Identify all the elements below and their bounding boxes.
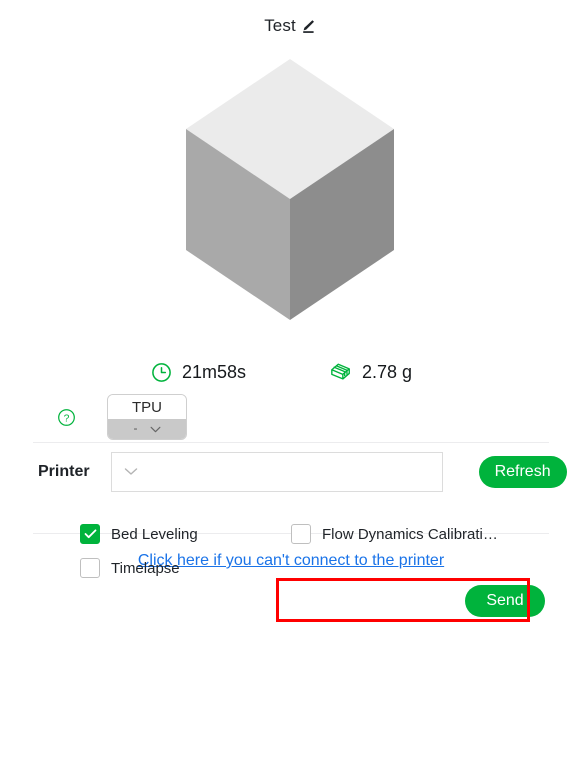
flow-dynamics-calibration-checkbox[interactable] <box>291 524 311 544</box>
bed-leveling-label: Bed Leveling <box>111 525 198 543</box>
printer-row: Printer Refresh <box>0 443 582 501</box>
filament-spool-icon <box>330 361 352 383</box>
filament-selector[interactable]: TPU - <box>107 394 187 440</box>
bed-leveling-checkbox[interactable] <box>80 524 100 544</box>
print-options: Bed Leveling Timelapse Flow Dynamics Cal… <box>0 501 582 578</box>
filament-weight-stat: 2.78 g <box>330 361 412 383</box>
question-mark-icon[interactable]: ? <box>56 407 76 427</box>
send-button[interactable]: Send <box>465 585 545 617</box>
printer-label: Printer <box>38 463 90 480</box>
print-options-right-column: Flow Dynamics Calibrati… <box>291 517 498 551</box>
timelapse-checkbox[interactable] <box>80 558 100 578</box>
filament-weight-value: 2.78 g <box>362 361 413 382</box>
filament-slot-value: - <box>133 421 138 435</box>
refresh-button[interactable]: Refresh <box>478 456 567 488</box>
print-options-left-column: Bed Leveling Timelapse <box>80 517 198 585</box>
option-bed-leveling[interactable]: Bed Leveling <box>80 517 198 551</box>
print-stats-row: 21m58s 2.78 g <box>0 352 582 392</box>
printer-select[interactable] <box>110 452 443 492</box>
flow-dynamics-calibration-label: Flow Dynamics Calibrati… <box>322 525 498 543</box>
print-time-value: 21m58s <box>182 361 247 382</box>
print-time-stat: 21m58s <box>150 361 330 383</box>
svg-text:?: ? <box>63 413 69 424</box>
filament-row: ? TPU - <box>0 392 582 442</box>
chevron-down-icon[interactable] <box>150 422 161 436</box>
option-flow-dynamics-calibration[interactable]: Flow Dynamics Calibrati… <box>291 517 498 551</box>
isometric-cube-icon <box>186 59 394 320</box>
page-title: Test <box>264 16 296 35</box>
pencil-edit-icon[interactable] <box>298 16 318 36</box>
chevron-down-icon[interactable] <box>124 463 138 481</box>
filament-material-label: TPU <box>108 395 186 419</box>
timelapse-label: Timelapse <box>111 559 180 577</box>
model-preview[interactable] <box>0 52 582 352</box>
option-timelapse[interactable]: Timelapse <box>80 551 198 585</box>
clock-icon <box>150 361 172 383</box>
filament-slot-bar[interactable]: - <box>108 419 186 439</box>
page-title-bar: Test <box>0 0 582 52</box>
